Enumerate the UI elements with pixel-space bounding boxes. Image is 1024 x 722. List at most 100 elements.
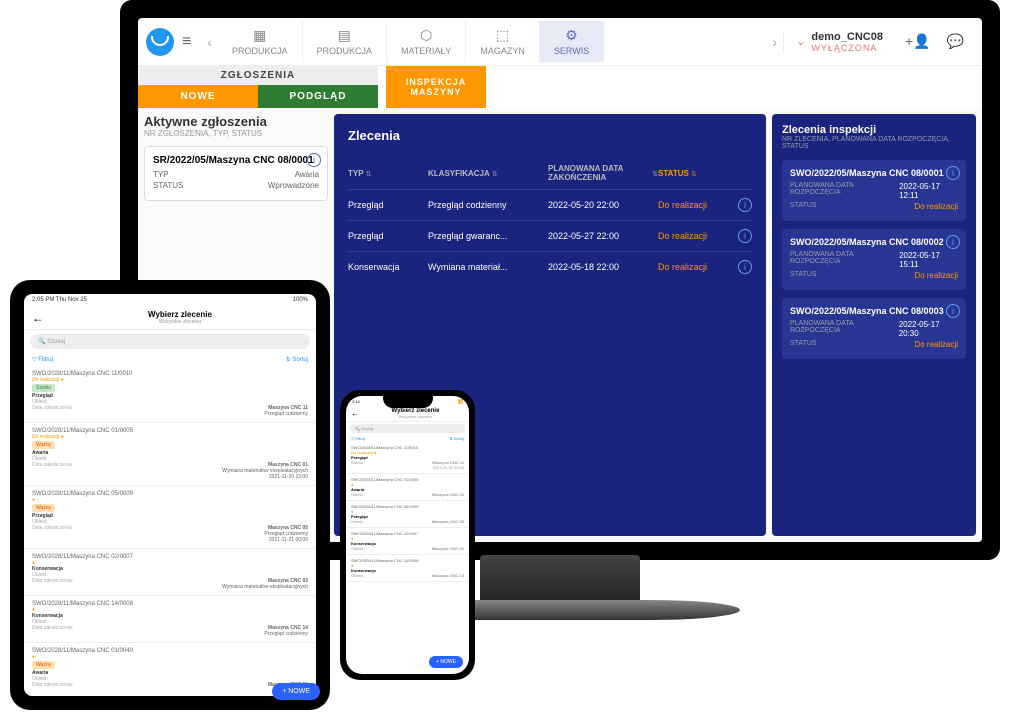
filter-button[interactable]: ▽ Filtruj [351,436,365,441]
phone-subtitle: Wszystkie zlecenia [367,414,464,419]
filter-button[interactable]: ▽ Filtruj [32,356,53,363]
tablet-time: 2:05 PM Thu Nov 25 [32,297,87,303]
right-panel: Zlecenia inspekcji NR ZLECENIA, PLANOWAN… [772,114,976,536]
box-icon: ⬚ [496,27,509,44]
mid-title: Zlecenia [348,128,752,143]
fab-button[interactable]: + NOWE [272,683,316,696]
inspekcja-line2: MASZYNY [410,87,461,97]
table-header: TYP⇅ KLASYFIKACJA⇅ PLANOWANA DATA ZAKOŃC… [348,159,752,189]
inspection-card[interactable]: iSWO/2022/05/Maszyna CNC 08/0002PLANOWAN… [782,229,966,290]
sort-icon[interactable]: ⇅ [492,170,498,178]
list-item[interactable]: SWO/2028/11/Maszyna CNC 02/0007 ●Konserw… [24,549,316,596]
hex-icon: ⬡ [420,27,432,44]
list-item[interactable]: SWO/2028/11/Maszyna CNC 01/0005Do realiz… [24,423,316,486]
inspection-card[interactable]: iSWO/2022/05/Maszyna CNC 08/0003PLANOWAN… [782,298,966,359]
phone-list[interactable]: SWO/2028/11/Maszyna CNC 11/0010Do realiz… [346,442,469,674]
hamburger-icon[interactable]: ≡ [182,33,191,51]
signal-icon: 📶 [458,399,463,404]
tablet-subtitle: Wszystkie zlecenia [52,319,308,325]
device-selector[interactable]: ⌄ demo_CNC08 WYŁĄCZONA [783,31,895,53]
table-row[interactable]: KonserwacjaWymiana materiał...2022-05-18… [348,251,752,282]
nav-label: MAGAZYN [480,46,525,56]
list-icon: ▤ [338,27,351,44]
gear-icon: ⚙ [565,27,578,44]
grid-icon: ▦ [253,27,266,44]
nav-label: SERWIS [554,46,589,56]
left-subtitle: NR ZGŁOSZENIA, TYP, STATUS [144,129,328,138]
col-typ: TYP [348,169,364,178]
col-data: PLANOWANA DATA ZAKOŃCZENIA [548,165,650,183]
monitor-stand [480,555,640,605]
list-item[interactable]: SWO/2028/11/Maszyna CNC 14/0008 ●Konserw… [24,596,316,643]
info-icon[interactable]: i [946,166,960,180]
list-item[interactable]: SWO/2028/11/Maszyna CNC 11/0010Do realiz… [24,366,316,423]
add-user-icon[interactable]: +👤 [905,33,931,50]
tablet-battery: 100% [293,297,308,303]
info-icon[interactable]: i [738,260,752,274]
phone-screen: 2:14📶 ← Wybierz zlecenie Wszystkie zlece… [346,396,469,674]
nav-tab-serwis[interactable]: ⚙ SERWIS [540,21,604,62]
device-name: demo_CNC08 [811,31,883,43]
info-icon[interactable]: i [738,198,752,212]
sort-icon[interactable]: ⇅ [652,170,658,178]
info-icon[interactable]: i [946,235,960,249]
table-row[interactable]: PrzeglądPrzegląd gwaranc...2022-05-27 22… [348,220,752,251]
inspekcja-button[interactable]: INSPEKCJA MASZYNY [386,66,486,108]
info-icon[interactable]: i [738,229,752,243]
left-title: Aktywne zgłoszenia [144,114,328,129]
status-value: Wprowadzone [268,181,319,190]
nav-label: PRODUKCJA [317,46,373,56]
nav-label: PRODUKCJA [232,46,288,56]
zgloszenie-card[interactable]: i SR/2022/05/Maszyna CNC 08/0001 TYP Awar… [144,146,328,201]
list-item[interactable]: SWO/2028/11/Maszyna CNC 05/0009 ●Przeglą… [346,501,469,528]
phone-notch [383,396,433,408]
search-placeholder: Szukaj [47,339,65,345]
tablet-title: Wybierz zlecenie [52,310,308,319]
subtab-header: ZGŁOSZENIA [138,66,378,85]
nav-tab-produkcja-1[interactable]: ▦ PRODUKCJA [218,21,303,62]
nav-label: MATERIAŁY [401,46,451,56]
col-status: STATUS [658,169,689,178]
typ-value: Awaria [295,170,319,179]
right-title: Zlecenia inspekcji [782,124,966,136]
inspection-card[interactable]: iSWO/2022/05/Maszyna CNC 08/0001PLANOWAN… [782,160,966,221]
inspekcja-line1: INSPEKCJA [406,77,467,87]
nav-tab-materialy[interactable]: ⬡ MATERIAŁY [387,21,466,62]
nav-tab-magazyn[interactable]: ⬚ MAGAZYN [466,21,540,62]
message-icon[interactable]: 💬 [947,33,964,50]
sort-icon[interactable]: ⇅ [691,170,697,178]
list-item[interactable]: SWO/2028/11/Maszyna CNC 02/0007 ●Konserw… [346,528,469,555]
right-subtitle: NR ZLECENIA, PLANOWANA DATA ROZPOCZĘCIA,… [782,136,966,150]
sort-button[interactable]: ⇅ Sortuj [449,436,464,441]
table-row[interactable]: PrzeglądPrzegląd codzienny2022-05-20 22:… [348,189,752,220]
list-item[interactable]: SWO/2028/11/Maszyna CNC 01/0005 ●AwariaO… [346,474,469,501]
nav-prev-icon[interactable]: ‹ [201,34,218,50]
fab-button[interactable]: + NOWE [429,656,463,668]
col-klas: KLASYFIKACJA [428,169,490,178]
info-icon[interactable]: i [307,153,321,167]
phone-frame: 2:14📶 ← Wybierz zlecenie Wszystkie zlece… [340,390,475,680]
device-status: WYŁĄCZONA [811,43,883,53]
back-icon[interactable]: ← [32,311,44,325]
podglad-button[interactable]: PODGLĄD [258,85,378,108]
top-bar: ≡ ‹ ▦ PRODUKCJA ▤ PRODUKCJA ⬡ MATERIAŁY ⬚ MA… [138,18,982,66]
sort-button[interactable]: ⇅ Sortuj [286,356,308,363]
sort-icon[interactable]: ⇅ [366,170,372,178]
list-item[interactable]: SWO/2028/11/Maszyna CNC 05/0009 ●WażnyPr… [24,486,316,549]
nowe-button[interactable]: NOWE [138,85,258,108]
nav-tab-produkcja-2[interactable]: ▤ PRODUKCJA [303,21,388,62]
typ-label: TYP [153,170,169,179]
tablet-frame: 2:05 PM Thu Nov 25 100% ← Wybierz zleceni… [10,280,330,710]
phone-time: 2:14 [352,399,360,404]
tablet-list[interactable]: SWO/2028/11/Maszyna CNC 11/0010Do realiz… [24,366,316,696]
nav-next-icon[interactable]: › [767,34,784,50]
list-item[interactable]: SWO/2028/11/Maszyna CNC 11/0010Do realiz… [346,442,469,474]
list-item[interactable]: SWO/2028/11/Maszyna CNC 14/0008 ●Konserw… [346,555,469,582]
card-title: SR/2022/05/Maszyna CNC 08/0001 [153,155,319,166]
tablet-screen: 2:05 PM Thu Nov 25 100% ← Wybierz zleceni… [24,294,316,696]
search-input[interactable]: 🔍 Szukaj [350,424,465,433]
search-input[interactable]: 🔍 Szukaj [30,334,310,349]
back-icon[interactable]: ← [351,409,359,418]
info-icon[interactable]: i [946,304,960,318]
app-logo[interactable] [146,28,174,56]
